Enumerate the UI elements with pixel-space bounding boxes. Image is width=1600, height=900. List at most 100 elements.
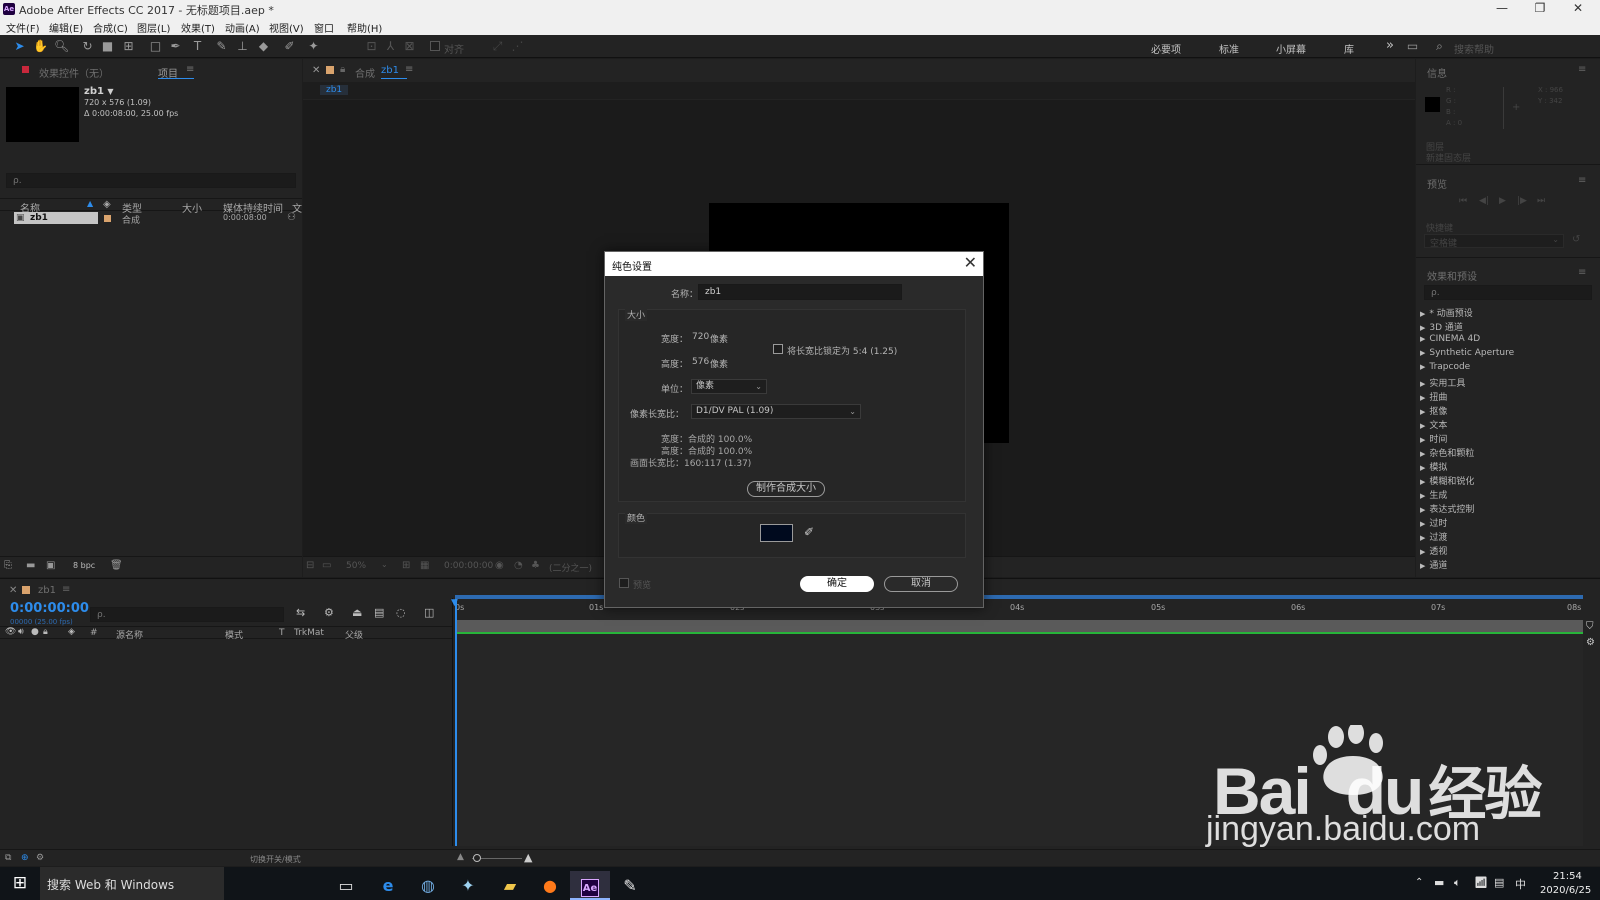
clone-stamp-tool-icon[interactable]: ⊥ [235, 39, 250, 54]
panel-menu-icon[interactable]: ≡ [1578, 267, 1586, 278]
previous-frame-icon[interactable]: ◀| [1479, 196, 1489, 206]
task-view-icon[interactable]: ▭ [326, 871, 366, 900]
effect-category-item[interactable]: * 动画预设 [1420, 306, 1472, 319]
search-help-input[interactable]: 搜索帮助 [1454, 41, 1494, 56]
table-row[interactable]: ▣ zb1 合成 0:00:08:00 ⚇ [0, 212, 302, 226]
col-trkmat[interactable]: TrkMat [294, 628, 324, 638]
axis-world-icon[interactable]: ⅄ [383, 39, 398, 54]
col-number[interactable]: # [90, 628, 98, 638]
workspace-standard[interactable]: 标准 [1219, 41, 1239, 56]
last-frame-icon[interactable]: ⏭ [1537, 196, 1545, 206]
windows-start-icon[interactable]: ⊞ [0, 867, 40, 900]
new-composition-icon[interactable]: ▣ [46, 560, 55, 571]
reset-icon[interactable]: ↺ [1572, 234, 1580, 245]
tray-network-icon[interactable]: 📶︎ [1474, 876, 1488, 889]
comp-marker-bin-icon[interactable]: ⛉ [1586, 621, 1594, 632]
axis-view-icon[interactable]: ⊠ [402, 39, 417, 54]
lock-aspect-checkbox[interactable] [773, 344, 783, 354]
workspace-small-screen[interactable]: 小屏幕 [1276, 41, 1306, 56]
lock-icon[interactable]: 🔒︎ [340, 64, 345, 75]
restore-button[interactable]: ❐ [1522, 1, 1558, 15]
effect-category-item[interactable]: 实用工具 [1420, 376, 1465, 389]
audio-speaker-icon[interactable]: 🔊︎ [18, 627, 24, 637]
effect-category-item[interactable]: 过时 [1420, 516, 1447, 529]
tray-battery-icon[interactable]: ▬ [1434, 876, 1444, 889]
workspace-overflow-button[interactable]: » [1386, 38, 1394, 53]
monitor-icon[interactable]: ▭ [322, 560, 331, 571]
col-parent[interactable]: 父级 [345, 628, 363, 641]
selection-tool-icon[interactable]: ➤ [12, 39, 27, 54]
comp-button-icon[interactable]: ⚙ [1586, 637, 1595, 648]
effect-category-item[interactable]: 通道 [1420, 558, 1447, 571]
pen-tool-icon[interactable]: ✒ [168, 39, 183, 54]
rectangle-tool-icon[interactable]: □ [148, 39, 163, 54]
transfer-controls-icon[interactable]: ⊕ [21, 853, 29, 863]
effect-category-item[interactable]: 杂色和颗粒 [1420, 446, 1474, 459]
panel-menu-icon[interactable]: ≡ [1578, 175, 1586, 186]
eraser-tool-icon[interactable]: ◆ [256, 39, 271, 54]
interpret-footage-icon[interactable]: ⎘ [4, 560, 12, 571]
frame-blending-icon[interactable]: ▤ [374, 606, 384, 619]
menu-window[interactable]: 窗口 [314, 20, 334, 35]
effect-category-item[interactable]: 透视 [1420, 544, 1447, 557]
pan-behind-tool-icon[interactable]: ⊞ [121, 39, 136, 54]
hand-tool-icon[interactable]: ✋ [33, 39, 48, 54]
delete-icon[interactable]: 🗑︎ [110, 560, 123, 571]
menu-edit[interactable]: 编辑(E) [49, 20, 83, 35]
tab-composition-name[interactable]: zb1 [381, 65, 399, 76]
menu-effect[interactable]: 效果(T) [181, 20, 215, 35]
motion-blur-icon[interactable]: ◌ [396, 606, 406, 619]
solo-icon[interactable]: ● [31, 627, 39, 637]
magnification-icon[interactable]: ⊟ [306, 560, 314, 571]
workspace-libraries[interactable]: 库 [1344, 41, 1354, 56]
roto-brush-tool-icon[interactable]: ✐ [282, 39, 297, 54]
menu-file[interactable]: 文件(F) [6, 20, 40, 35]
color-swatch-button[interactable] [760, 524, 793, 542]
show-snapshot-icon[interactable]: ◔ [514, 560, 523, 571]
taskbar-search-box[interactable]: 搜索 Web 和 Windows [40, 867, 224, 900]
puppet-tool-icon[interactable]: ✦ [306, 39, 321, 54]
tray-ime-indicator[interactable]: 中 [1515, 876, 1526, 892]
effect-category-item[interactable]: 抠像 [1420, 404, 1447, 417]
panel-layout-icon[interactable]: ▭ [1405, 39, 1420, 54]
effect-category-item[interactable]: 模拟 [1420, 460, 1447, 473]
col-source-name[interactable]: 源名称 [116, 628, 143, 641]
viewer-timecode[interactable]: 0:00:00:00 [444, 561, 493, 571]
preview-checkbox[interactable] [619, 578, 629, 588]
menu-animation[interactable]: 动画(A) [225, 20, 260, 35]
resolution-select[interactable]: (二分之一) [549, 561, 592, 574]
effect-category-item[interactable]: Synthetic Aperture [1420, 348, 1514, 358]
tab-effect-controls[interactable]: 效果控件（无） [39, 65, 109, 80]
edge-browser-icon[interactable]: e [368, 871, 408, 900]
tray-chevron-up-icon[interactable]: ⌃ [1415, 877, 1423, 888]
pixel-aspect-select[interactable]: D1/DV PAL (1.09) ⌄ [691, 404, 861, 419]
make-comp-size-button[interactable]: 制作合成大小 [747, 481, 825, 497]
first-frame-icon[interactable]: ⏮ [1459, 196, 1467, 206]
effect-category-item[interactable]: 3D 通道 [1420, 320, 1463, 333]
eyedropper-icon[interactable]: ✐ [804, 525, 814, 539]
col-mode[interactable]: 模式 [225, 628, 243, 641]
transparency-grid-icon[interactable]: ▦ [420, 560, 429, 571]
current-time-indicator[interactable] [455, 599, 457, 846]
effect-category-item[interactable]: 扭曲 [1420, 390, 1447, 403]
solid-name-field[interactable] [698, 284, 902, 300]
zoom-dropdown-icon[interactable]: ⌄ [381, 560, 388, 569]
video-eye-icon[interactable]: 👁︎ [5, 627, 16, 637]
label-color-swatch[interactable] [104, 215, 111, 222]
close-tab-icon[interactable]: ✕ [312, 65, 320, 76]
camera-tool-icon[interactable]: ■ [100, 39, 115, 54]
app-globe-icon[interactable]: ◍ [408, 871, 448, 900]
effect-category-item[interactable]: CINEMA 4D [1420, 334, 1480, 344]
panel-menu-icon[interactable]: ≡ [62, 584, 70, 595]
snap-icon[interactable]: ⤢ [490, 39, 505, 54]
current-timecode[interactable]: 0:00:00:00 [10, 601, 89, 616]
text-tool-icon[interactable]: T [190, 39, 205, 54]
next-frame-icon[interactable]: |▶ [1517, 196, 1527, 206]
width-value[interactable]: 720 [692, 332, 709, 342]
zoom-in-icon[interactable]: ▲ [524, 851, 532, 864]
project-search-input[interactable] [6, 173, 296, 188]
units-select[interactable]: 像素 ⌄ [691, 379, 767, 394]
snap-grid-icon[interactable]: ⋰ [510, 39, 525, 54]
zoom-tool-icon[interactable]: 🔍︎ [54, 39, 69, 54]
shy-layers-icon[interactable]: ⏏ [352, 606, 362, 619]
